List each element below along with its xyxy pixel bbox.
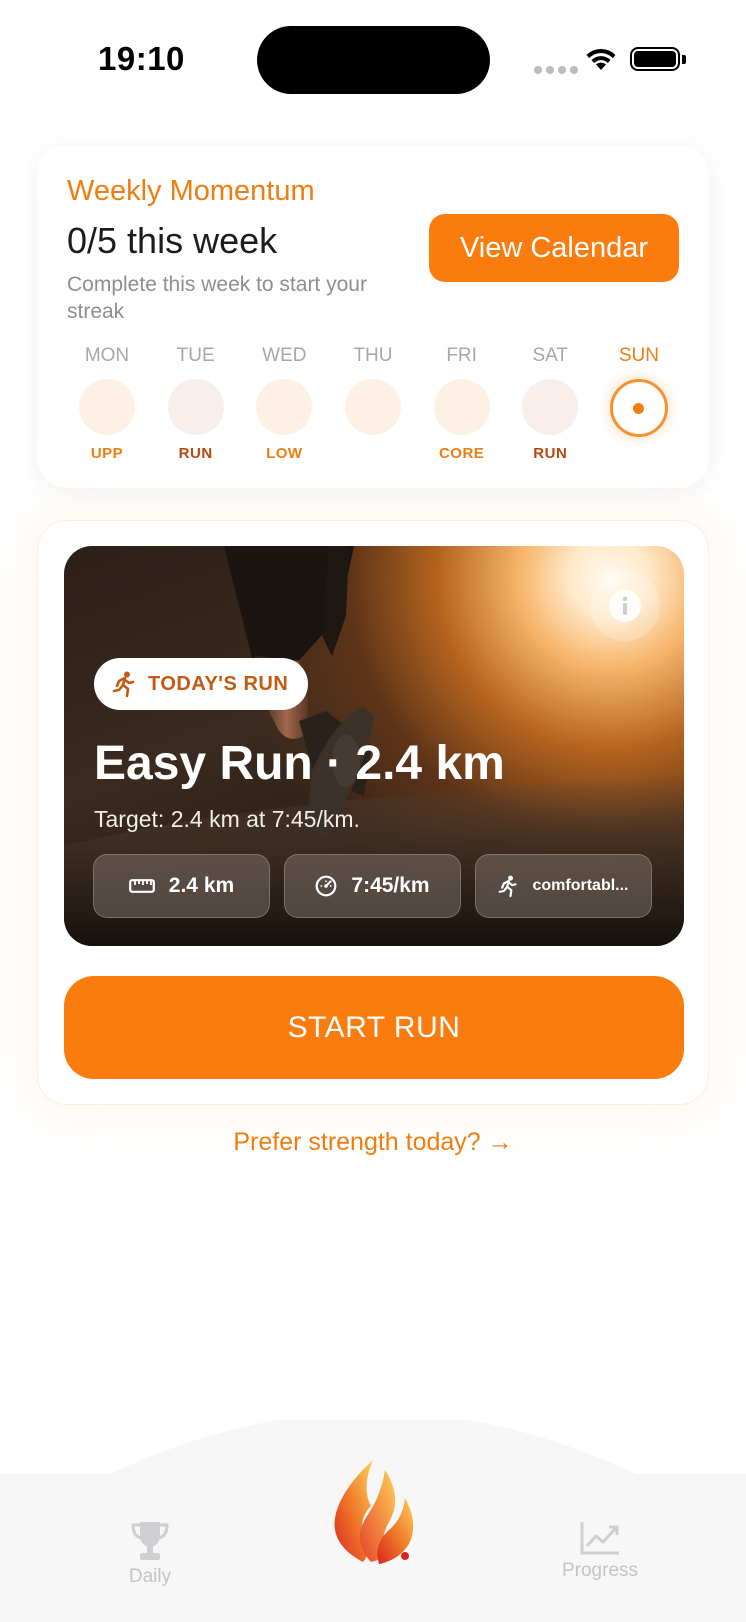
- today-circle: [609, 379, 668, 437]
- weekly-subtitle: Complete this week to start your streak: [67, 273, 367, 323]
- status-bar: 19:10: [0, 0, 746, 110]
- day-wed[interactable]: WED LOW: [244, 345, 324, 467]
- day-circle: [256, 379, 313, 435]
- day-name: FRI: [446, 345, 477, 366]
- todays-run-label: TODAY'S RUN: [148, 672, 289, 695]
- view-calendar-button[interactable]: View Calendar: [429, 214, 679, 282]
- day-name: SUN: [618, 345, 659, 366]
- prefer-strength-link[interactable]: Prefer strength today? →: [0, 1128, 746, 1157]
- status-time: 19:10: [98, 40, 185, 77]
- runner-icon: [499, 875, 518, 898]
- wifi-icon: [586, 48, 616, 70]
- chart-line-icon: [580, 1522, 619, 1555]
- todays-run-badge: TODAY'S RUN: [94, 658, 309, 710]
- day-mon[interactable]: MON UPP: [67, 345, 147, 467]
- run-hero-image[interactable]: TODAY'S RUN Easy Run · 2.4 km Target: 2.…: [64, 546, 684, 946]
- day-name: WED: [262, 345, 307, 366]
- weekly-momentum-card: Weekly Momentum 0/5 this week Complete t…: [37, 145, 709, 488]
- day-tue[interactable]: TUE RUN: [156, 345, 236, 467]
- day-circle: [433, 379, 490, 435]
- day-tag: RUN: [178, 445, 213, 462]
- battery-icon: [630, 47, 680, 71]
- tab-bar: Daily Progress: [0, 1420, 746, 1622]
- runner-icon: [112, 671, 135, 697]
- tab-label: Progress: [561, 1560, 639, 1581]
- day-name: TUE: [176, 345, 215, 366]
- run-stats: 2.4 km 7:45/km comfortabl...: [93, 854, 652, 918]
- run-target: Target: 2.4 km at 7:45/km.: [94, 806, 360, 832]
- distance-value: 2.4 km: [168, 874, 235, 897]
- day-sat[interactable]: SAT RUN: [510, 345, 590, 467]
- trophy-icon: [131, 1522, 169, 1560]
- pace-value: 7:45/km: [351, 874, 430, 897]
- weekly-title: Weekly Momentum: [67, 175, 315, 207]
- today-dot: [633, 402, 645, 414]
- info-button[interactable]: [590, 571, 660, 641]
- flame-logo-icon: [334, 1460, 414, 1564]
- day-thu[interactable]: THU: [333, 345, 413, 467]
- run-title: Easy Run · 2.4 km: [94, 737, 505, 790]
- day-tag: LOW: [266, 445, 303, 462]
- pace-chip: 7:45/km: [284, 854, 461, 918]
- day-circle: [167, 379, 224, 435]
- effort-chip: comfortabl...: [475, 854, 652, 918]
- flame-center-button[interactable]: [313, 1440, 433, 1570]
- effort-value: comfortabl...: [532, 877, 629, 894]
- distance-chip: 2.4 km: [93, 854, 270, 918]
- weekly-count: 0/5 this week: [67, 220, 278, 261]
- tab-label: Daily: [128, 1566, 172, 1587]
- day-tag: CORE: [438, 445, 485, 462]
- info-icon: [609, 590, 641, 622]
- day-tag: UPP: [90, 445, 124, 462]
- tab-daily[interactable]: Daily: [110, 1520, 190, 1588]
- ruler-icon: [128, 879, 155, 893]
- day-name: SAT: [532, 345, 569, 366]
- day-tag: RUN: [533, 445, 568, 462]
- dynamic-island: [257, 26, 490, 94]
- todays-run-card: TODAY'S RUN Easy Run · 2.4 km Target: 2.…: [37, 520, 709, 1105]
- day-fri[interactable]: FRI CORE: [422, 345, 502, 467]
- day-circle: [344, 379, 401, 435]
- cellular-signal-icon: [534, 66, 578, 74]
- day-sun[interactable]: SUN: [599, 345, 679, 467]
- tab-progress[interactable]: Progress: [555, 1520, 645, 1582]
- day-name: MON: [84, 345, 130, 366]
- day-name: THU: [353, 345, 393, 366]
- battery-cap: [682, 55, 686, 64]
- start-run-button[interactable]: START RUN: [64, 976, 684, 1079]
- speedometer-icon: [315, 875, 337, 897]
- week-days: MON UPP TUE RUN WED LOW THU FRI CORE SAT: [67, 345, 679, 467]
- day-circle: [522, 379, 579, 435]
- day-circle: [79, 379, 135, 435]
